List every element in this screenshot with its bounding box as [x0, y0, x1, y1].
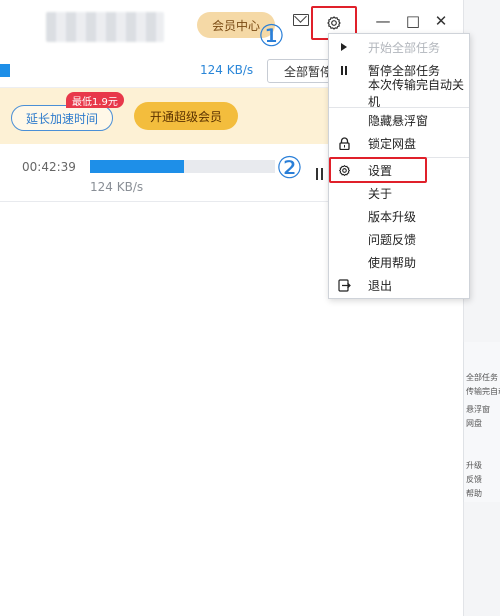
app-window: 会员中心 — □ ✕ ① 124 KB/s 全部暂停 延长加速时间 最低1.9元… [0, 0, 500, 616]
exit-icon [335, 276, 353, 294]
echo-text: 升级 [466, 461, 482, 470]
echo-text: 传输完自动 [466, 387, 500, 396]
extend-speedup-button[interactable]: 延长加速时间 [11, 105, 113, 131]
gear-icon [327, 16, 341, 30]
pause-all-button[interactable]: 全部暂停 [267, 59, 337, 83]
echo-text: 帮助 [466, 489, 482, 498]
maximize-button[interactable]: □ [404, 12, 422, 30]
echo-text: 悬浮窗 [466, 405, 490, 414]
task-progress-track [90, 160, 275, 173]
menu-item-exit[interactable]: 退出 [329, 274, 469, 296]
step-2-marker: ② [276, 151, 303, 186]
pause-icon [335, 61, 353, 79]
mail-icon[interactable] [293, 14, 309, 26]
menu-item-hide-float[interactable]: 隐藏悬浮窗 [329, 109, 469, 131]
settings-highlight-box [329, 157, 427, 183]
menu-item-help[interactable]: 使用帮助 [329, 251, 469, 273]
total-speed: 124 KB/s [200, 63, 254, 77]
menu-item-label: 使用帮助 [368, 255, 417, 270]
echo-text: 网盘 [466, 419, 482, 428]
task-elapsed-time: 00:42:39 [22, 160, 76, 174]
echo-text: 全部任务 [466, 373, 498, 382]
menu-item-feedback[interactable]: 问题反馈 [329, 228, 469, 250]
task-progress-fill [90, 160, 185, 173]
lock-icon [335, 134, 353, 152]
menu-item-label: 关于 [368, 186, 393, 201]
menu-item-auto-shutdown[interactable]: 本次传输完自动关机 [329, 78, 469, 109]
step-1-marker: ① [258, 19, 285, 54]
close-button[interactable]: ✕ [432, 12, 450, 30]
menu-item-start-all: 开始全部任务 [329, 36, 469, 58]
menu-separator [329, 107, 469, 108]
task-speed: 124 KB/s [90, 180, 144, 194]
price-tag-badge: 最低1.9元 [66, 92, 124, 108]
menu-item-label: 开始全部任务 [368, 40, 441, 55]
task-pause-icon[interactable] [316, 168, 326, 180]
background-menu-echo: 全部任务 传输完自动 悬浮窗 网盘 升级 反馈 帮助 [463, 342, 500, 502]
menu-item-label: 版本升级 [368, 209, 417, 224]
play-icon [335, 38, 353, 56]
menu-item-about[interactable]: 关于 [329, 182, 469, 204]
menu-item-label: 问题反馈 [368, 232, 417, 247]
menu-item-label: 锁定网盘 [368, 136, 417, 151]
total-progress-bar [0, 64, 10, 77]
blurred-user-info [46, 12, 164, 42]
menu-item-label: 退出 [368, 278, 393, 293]
minimize-button[interactable]: — [374, 12, 392, 30]
menu-item-label: 隐藏悬浮窗 [368, 113, 429, 128]
menu-item-label: 本次传输完自动关机 [368, 78, 465, 109]
menu-item-upgrade[interactable]: 版本升级 [329, 205, 469, 227]
menu-item-lock-disk[interactable]: 锁定网盘 [329, 132, 469, 154]
echo-text: 反馈 [466, 475, 482, 484]
open-super-vip-button[interactable]: 开通超级会员 [134, 102, 238, 130]
